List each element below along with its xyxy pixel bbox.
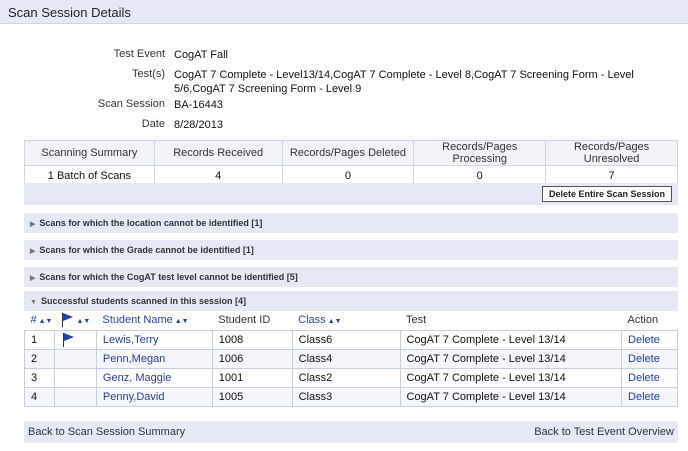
student-name: Penny,David [95, 386, 213, 407]
student-test: CogAT 7 Complete - Level 13/14 [399, 367, 623, 388]
student-id: 1005 [211, 386, 293, 407]
section-successful-students[interactable]: ▼ Successful students scanned in this ses… [24, 291, 678, 311]
tests-label: Test(s) [132, 68, 165, 80]
back-to-overview-link[interactable]: Back to Test Event Overview [534, 426, 674, 438]
delete-link[interactable]: Delete [628, 391, 660, 403]
student-name: Lewis,Terry [95, 329, 213, 350]
back-to-summary-link[interactable]: Back to Scan Session Summary [28, 426, 185, 438]
section-label: Scans for which the Grade cannot be iden… [39, 245, 254, 255]
scanning-summary-table: Scanning Summary Records Received Record… [24, 140, 678, 186]
row-action: Delete [621, 367, 678, 388]
row-action: Delete [621, 386, 678, 407]
num-column-header[interactable]: # ▲▼ [24, 311, 55, 331]
student-class: Class2 [291, 367, 401, 388]
sort-icon: ▲▼ [76, 318, 91, 326]
student-name: Penn,Megan [95, 348, 213, 369]
class-column-header[interactable]: Class ▲▼ [292, 311, 400, 331]
row-flag [53, 348, 97, 369]
row-number: 2 [24, 348, 55, 369]
flag-column-header[interactable]: ▲▼ [54, 311, 97, 331]
row-flag [53, 329, 97, 350]
summary-header: Scanning Summary [24, 140, 155, 166]
row-number: 4 [24, 386, 55, 407]
section-grade-unidentified[interactable]: ▶ Scans for which the Grade cannot be ide… [24, 240, 678, 260]
student-id: 1006 [211, 348, 293, 369]
page-title: Scan Session Details [0, 0, 688, 24]
delete-link[interactable]: Delete [628, 334, 660, 346]
student-test: CogAT 7 Complete - Level 13/14 [399, 348, 623, 369]
students-table: # ▲▼ ▲▼ Student Name ▲▼ Student ID Class ▲▼… [24, 311, 678, 407]
section-label: Successful students scanned in this sess… [40, 296, 246, 306]
scan-session-label: Scan Session [97, 98, 165, 110]
section-location-unidentified[interactable]: ▶ Scans for which the location cannot be … [24, 213, 678, 233]
flag-icon [61, 332, 75, 347]
delete-session-bar: Delete Entire Scan Session [24, 183, 678, 205]
row-flag [53, 386, 97, 407]
student-class: Class4 [291, 348, 401, 369]
row-action: Delete [621, 348, 678, 369]
student-test: CogAT 7 Complete - Level 13/14 [399, 329, 623, 350]
test-column-header: Test [400, 311, 622, 331]
test-event-label: Test Event [113, 48, 165, 60]
sort-icon: ▲▼ [174, 318, 189, 326]
row-action: Delete [621, 329, 678, 350]
row-flag [53, 367, 97, 388]
summary-header: Records/Pages Deleted [281, 140, 415, 166]
row-number: 1 [24, 329, 55, 350]
table-row: 4 Penny,David 1005 Class3 CogAT 7 Comple… [24, 386, 678, 407]
student-class: Class3 [291, 386, 401, 407]
section-label: Scans for which the CogAT test level can… [39, 272, 298, 282]
summary-header: Records/Pages Unresolved [545, 140, 678, 166]
student-name-column-header[interactable]: Student Name ▲▼ [96, 311, 213, 331]
student-class: Class6 [291, 329, 401, 350]
scan-session-value: BA-16443 [174, 99, 223, 111]
delete-link[interactable]: Delete [628, 372, 660, 384]
sort-icon: ▲▼ [38, 318, 53, 326]
row-number: 3 [24, 367, 55, 388]
sort-icon: ▲▼ [327, 318, 342, 326]
delete-entire-session-button[interactable]: Delete Entire Scan Session [541, 186, 672, 202]
summary-header: Records Received [153, 140, 283, 166]
delete-link[interactable]: Delete [628, 353, 660, 365]
expand-arrow-icon: ▶ [30, 275, 36, 282]
student-id: 1001 [211, 367, 293, 388]
date-value: 8/28/2013 [174, 119, 223, 131]
student-id-column-header: Student ID [212, 311, 293, 331]
collapse-arrow-icon: ▼ [30, 299, 37, 306]
flag-icon [60, 313, 74, 328]
student-test: CogAT 7 Complete - Level 13/14 [399, 386, 623, 407]
students-header-row: # ▲▼ ▲▼ Student Name ▲▼ Student ID Class ▲▼… [24, 311, 678, 331]
date-label: Date [141, 118, 165, 130]
footer-nav: Back to Scan Session Summary Back to Tes… [24, 421, 678, 443]
student-name: Genz, Maggie [95, 367, 213, 388]
section-level-unidentified[interactable]: ▶ Scans for which the CogAT test level ca… [24, 267, 678, 287]
tests-value: CogAT 7 Complete - Level13/14,CogAT 7 Co… [174, 69, 634, 95]
section-label: Scans for which the location cannot be i… [39, 218, 263, 228]
action-column-header: Action [621, 311, 678, 331]
summary-header: Records/Pages Processing [413, 140, 547, 166]
expand-arrow-icon: ▶ [30, 221, 36, 228]
expand-arrow-icon: ▶ [30, 248, 36, 255]
table-row: 1 Lewis,Terry 1008 Class6 CogAT 7 Comple… [24, 329, 678, 350]
test-event-value: CogAT Fall [174, 49, 229, 61]
summary-header-row: Scanning Summary Records Received Record… [24, 140, 678, 166]
table-row: 3 Genz, Maggie 1001 Class2 CogAT 7 Compl… [24, 367, 678, 388]
student-id: 1008 [211, 329, 293, 350]
table-row: 2 Penn,Megan 1006 Class4 CogAT 7 Complet… [24, 348, 678, 369]
